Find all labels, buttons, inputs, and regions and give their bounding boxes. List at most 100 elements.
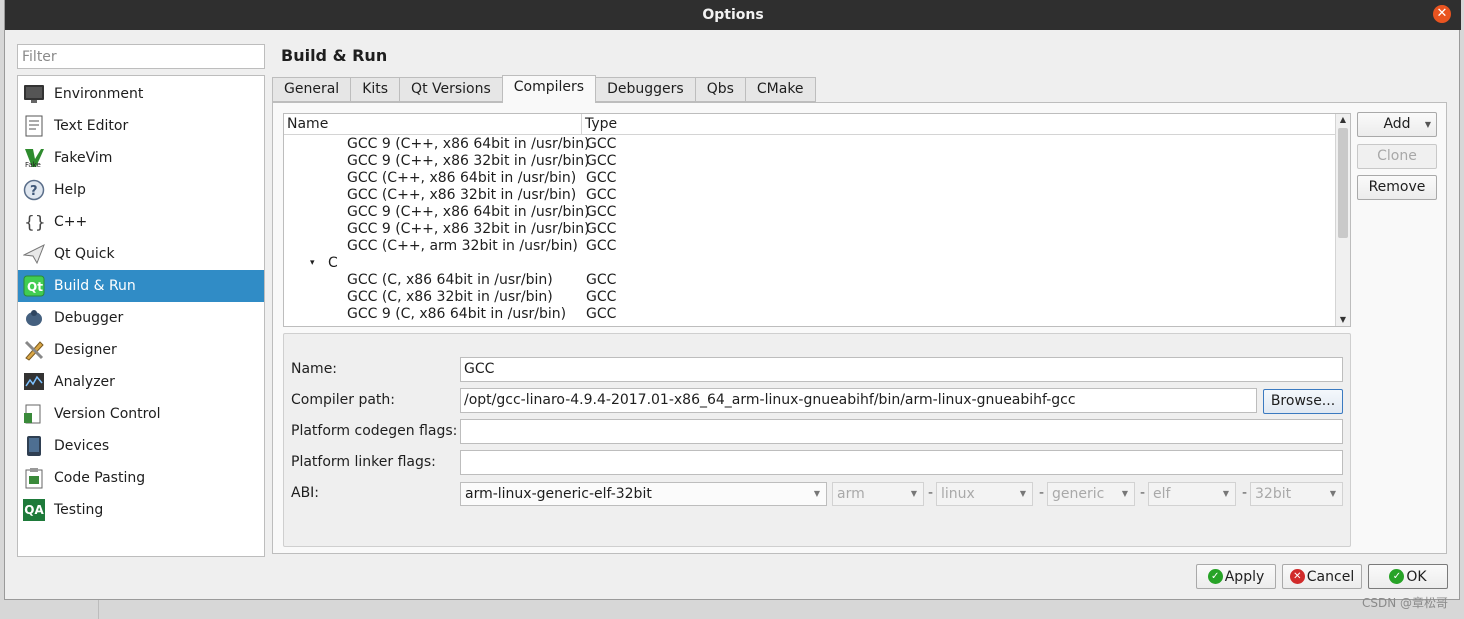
expand-arrow-icon[interactable]: ▾: [310, 255, 315, 272]
sidebar-item-label: Build & Run: [54, 278, 136, 294]
abi-part-select[interactable]: generic ▼: [1047, 482, 1135, 506]
ok-button[interactable]: ✓ OK: [1368, 564, 1448, 589]
abi-part-value: 32bit: [1255, 486, 1292, 502]
column-header-type[interactable]: Type: [585, 116, 617, 132]
sidebar-item-help[interactable]: ? Help: [18, 174, 264, 206]
compiler-type: GCC: [586, 153, 617, 169]
pencil-ruler-icon: [22, 338, 46, 362]
chevron-down-icon: ▼: [1222, 489, 1229, 498]
braces-icon: {}: [22, 210, 46, 234]
fakevim-icon: Fake: [22, 146, 46, 170]
add-button[interactable]: Add ▼: [1357, 112, 1437, 137]
browse-button[interactable]: Browse...: [1263, 389, 1343, 414]
table-row[interactable]: GCC (C++, arm 32bit in /usr/bin) GCC: [284, 238, 1336, 255]
abi-part-select[interactable]: arm ▼: [832, 482, 924, 506]
abi-part-select[interactable]: 32bit ▼: [1250, 482, 1343, 506]
clone-button[interactable]: Clone: [1357, 144, 1437, 169]
sidebar-item-debugger[interactable]: Debugger: [18, 302, 264, 334]
abi-part-select[interactable]: linux ▼: [936, 482, 1033, 506]
tab-kits[interactable]: Kits: [350, 77, 400, 102]
apply-button[interactable]: ✓ Apply: [1196, 564, 1276, 589]
tab-cmake[interactable]: CMake: [744, 77, 816, 102]
table-row[interactable]: GCC (C, x86 32bit in /usr/bin) GCC: [284, 289, 1336, 306]
compiler-path-field[interactable]: /opt/gcc-linaro-4.9.4-2017.01-x86_64_arm…: [460, 388, 1257, 413]
platform-codegen-flags-label: Platform codegen flags:: [291, 423, 458, 439]
column-divider: [581, 114, 582, 135]
abi-select[interactable]: arm-linux-generic-elf-32bit ▼: [460, 482, 827, 506]
table-row[interactable]: GCC 9 (C++, x86 32bit in /usr/bin) GCC: [284, 221, 1336, 238]
paper-plane-icon: [22, 242, 46, 266]
sidebar-item-code-pasting[interactable]: Code Pasting: [18, 462, 264, 494]
compiler-type: GCC: [586, 221, 617, 237]
scrollbar-thumb[interactable]: [1338, 128, 1348, 238]
tab-qbs[interactable]: Qbs: [694, 77, 745, 102]
sidebar-item-fakevim[interactable]: Fake FakeVim: [18, 142, 264, 174]
sidebar-item-analyzer[interactable]: Analyzer: [18, 366, 264, 398]
sidebar-item-designer[interactable]: Designer: [18, 334, 264, 366]
abi-part-select[interactable]: elf ▼: [1148, 482, 1236, 506]
watermark: CSDN @章松哥: [1361, 596, 1448, 610]
options-dialog: Options ✕ EnvironmentText EditorFakeFake…: [4, 0, 1461, 600]
vertical-scrollbar[interactable]: ▲ ▼: [1335, 114, 1350, 326]
sidebar-item-devices[interactable]: Devices: [18, 430, 264, 462]
remove-button[interactable]: Remove: [1357, 175, 1437, 200]
table-row[interactable]: GCC 9 (C++, x86 64bit in /usr/bin) GCC: [284, 136, 1336, 153]
abi-separator: -: [1242, 485, 1248, 501]
column-header-name[interactable]: Name: [287, 116, 328, 132]
tab-bar: General Kits Qt Versions Compilers Debuggers…: [272, 75, 816, 103]
table-row[interactable]: GCC 9 (C, x86 64bit in /usr/bin) GCC: [284, 306, 1336, 323]
scroll-down-icon[interactable]: ▼: [1336, 314, 1350, 326]
table-row[interactable]: GCC (C++, x86 64bit in /usr/bin) GCC: [284, 170, 1336, 187]
name-field[interactable]: GCC: [460, 357, 1343, 382]
apply-button-label: Apply: [1224, 568, 1265, 585]
sidebar-item-c[interactable]: {} C++: [18, 206, 264, 238]
cancel-button[interactable]: ✕ Cancel: [1282, 564, 1362, 589]
page-title: Build & Run: [281, 46, 388, 65]
tree-rows: GCC 9 (C++, x86 64bit in /usr/bin) GCC GCC…: [284, 136, 1336, 323]
platform-linker-flags-field[interactable]: [460, 450, 1343, 475]
sidebar-item-label: Designer: [54, 342, 117, 358]
sidebar-item-label: FakeVim: [54, 150, 113, 166]
abi-label: ABI:: [291, 485, 320, 501]
tab-debuggers[interactable]: Debuggers: [596, 77, 695, 102]
svg-text:{}: {}: [24, 213, 45, 233]
abi-part-value: elf: [1153, 486, 1171, 502]
compiler-name: GCC (C, x86 32bit in /usr/bin): [347, 289, 553, 305]
sidebar-item-version-control[interactable]: Version Control: [18, 398, 264, 430]
sidebar-item-qt-quick[interactable]: Qt Quick: [18, 238, 264, 270]
sidebar-item-label: Environment: [54, 86, 144, 102]
filter-input[interactable]: [17, 44, 265, 69]
compiler-name: GCC 9 (C, x86 64bit in /usr/bin): [347, 306, 567, 322]
device-icon: [22, 434, 46, 458]
compiler-tree[interactable]: Name Type GCC 9 (C++, x86 64bit in /usr/…: [283, 113, 1351, 327]
tree-group-row[interactable]: ▾ C: [284, 255, 1336, 272]
sidebar-item-environment[interactable]: Environment: [18, 78, 264, 110]
compiler-type: GCC: [586, 238, 617, 254]
close-icon[interactable]: ✕: [1433, 5, 1451, 23]
table-row[interactable]: GCC (C++, x86 32bit in /usr/bin) GCC: [284, 187, 1336, 204]
sidebar-item-testing[interactable]: QA Testing: [18, 494, 264, 526]
sidebar-item-label: Code Pasting: [54, 470, 146, 486]
check-icon: ✓: [1207, 569, 1223, 584]
sidebar-item-label: Analyzer: [54, 374, 115, 390]
tab-general[interactable]: General: [272, 77, 351, 102]
clipboard-icon: [22, 466, 46, 490]
platform-codegen-flags-field[interactable]: [460, 419, 1343, 444]
sidebar-item-text-editor[interactable]: Text Editor: [18, 110, 264, 142]
tree-header: Name Type: [284, 114, 1336, 135]
table-row[interactable]: GCC 9 (C++, x86 64bit in /usr/bin) GCC: [284, 204, 1336, 221]
table-row[interactable]: GCC (C, x86 64bit in /usr/bin) GCC: [284, 272, 1336, 289]
sidebar-item-label: C++: [54, 214, 88, 230]
category-list: Environment Text Editor Fake FakeVim? Help {}…: [17, 75, 265, 557]
qt-build-icon: Qt: [22, 274, 46, 298]
tab-qt-versions[interactable]: Qt Versions: [399, 77, 502, 102]
analyzer-icon: [22, 370, 46, 394]
scroll-up-icon[interactable]: ▲: [1336, 114, 1350, 126]
chevron-down-icon: ▼: [1329, 489, 1336, 498]
ok-button-label: OK: [1406, 568, 1427, 585]
compiler-name: GCC 9 (C++, x86 32bit in /usr/bin): [347, 221, 590, 237]
abi-separator: -: [1039, 485, 1045, 501]
sidebar-item-build-run[interactable]: Qt Build & Run: [18, 270, 264, 302]
tab-compilers[interactable]: Compilers: [501, 75, 597, 103]
table-row[interactable]: GCC 9 (C++, x86 32bit in /usr/bin) GCC: [284, 153, 1336, 170]
